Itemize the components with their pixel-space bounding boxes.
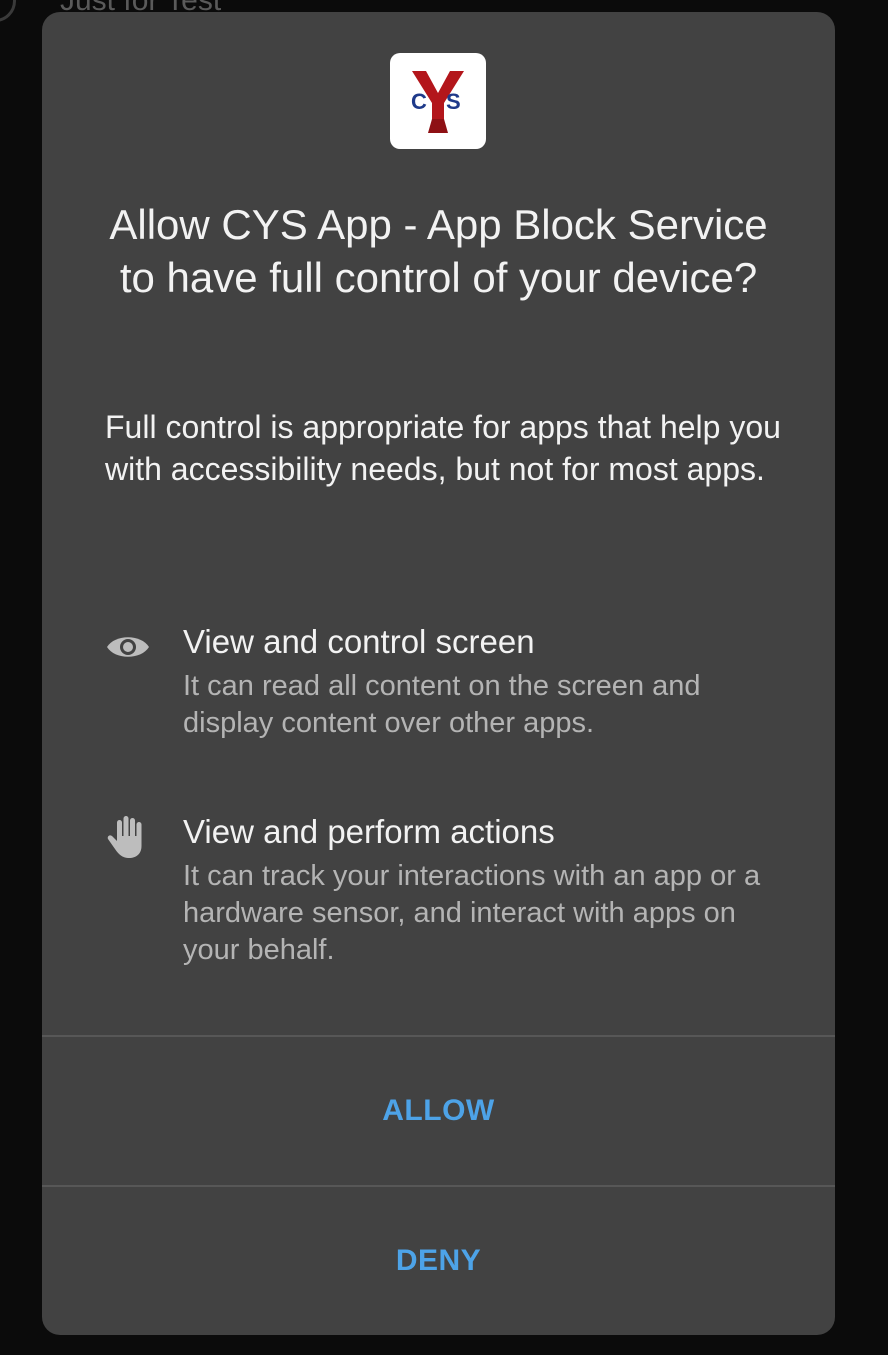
dialog-title: Allow CYS App - App Block Service to hav…	[109, 201, 768, 301]
app-icon: C S	[390, 53, 486, 149]
allow-button[interactable]: ALLOW	[42, 1037, 835, 1185]
permission-description: It can read all content on the screen an…	[183, 670, 701, 739]
background-circle-icon	[0, 0, 16, 22]
dialog-description: Full control is appropriate for apps tha…	[105, 409, 781, 487]
permission-dialog: C S Allow CYS App - App Block Service to…	[42, 12, 835, 1335]
permission-title: View and perform actions	[183, 813, 555, 850]
permission-description: It can track your interactions with an a…	[183, 860, 761, 966]
svg-text:C: C	[411, 89, 427, 114]
cys-logo-icon: C S	[411, 71, 464, 133]
eye-icon	[107, 637, 149, 657]
permission-title: View and control screen	[183, 623, 535, 660]
deny-button[interactable]: DENY	[42, 1187, 835, 1335]
hand-icon	[107, 816, 142, 858]
svg-text:S: S	[446, 89, 461, 114]
